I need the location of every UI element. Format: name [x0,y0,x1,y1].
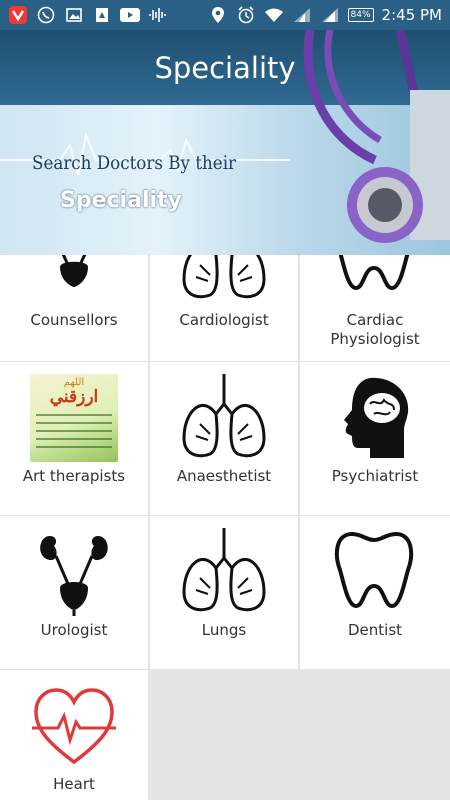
vivaldi-icon [8,6,28,24]
arabic-poster-image: اللهم ارزقني [30,374,118,462]
audio-wave-icon [148,6,168,24]
speciality-label: Counsellors [30,311,118,329]
speciality-label: Dentist [347,621,403,639]
speciality-item-counsellors[interactable]: Counsellors [0,255,149,362]
speciality-item-cardiac-physiologist[interactable]: Cardiac Physiologist [300,255,450,362]
battery-indicator: 84% [347,8,374,22]
gallery-icon [64,6,84,24]
speciality-item-dentist[interactable]: Dentist [300,516,450,670]
speciality-label: Heart [53,775,95,793]
speciality-label: Urologist [40,621,108,639]
clock: 2:45 PM [381,6,442,24]
whatsapp-icon [36,6,56,24]
lungs-icon [182,374,266,458]
kidney-bladder-icon [40,536,108,616]
kidney-bladder-icon [60,255,88,287]
speciality-label: Cardiologist [179,311,269,329]
signal-icon [292,6,312,24]
speciality-item-heart[interactable]: Heart [0,670,149,800]
speciality-item-cardiologist[interactable]: Cardiologist [150,255,299,362]
banner-caption: Search Doctors By their [32,152,237,174]
location-icon [208,6,228,24]
status-bar: 84% 2:45 PM [0,0,450,30]
speciality-grid: Counsellors Cardiologist Cardiac Physiol… [0,255,450,800]
speciality-label: Lungs [201,621,247,639]
lungs-icon [182,255,266,299]
speciality-item-anaesthetist[interactable]: Anaesthetist [150,362,299,516]
speciality-item-psychiatrist[interactable]: Psychiatrist [300,362,450,516]
speciality-label: Anaesthetist [176,467,272,485]
speciality-label: Art therapists [22,467,126,485]
speciality-item-art-therapists[interactable]: اللهم ارزقني Art therapists [0,362,149,516]
drive-icon [92,6,112,24]
heart-pulse-icon [32,688,116,765]
wifi-icon [264,6,284,24]
lungs-icon [182,528,266,612]
alarm-icon [236,6,256,24]
tooth-icon [334,531,414,609]
speciality-item-lungs[interactable]: Lungs [150,516,299,670]
head-brain-icon [344,377,409,458]
speciality-label: Cardiac Physiologist [330,311,420,348]
youtube-icon [120,6,140,24]
header-banner: Speciality Search Doctors By their Speci… [0,30,450,255]
tooth-icon [338,255,410,291]
page-title: Speciality [154,50,296,85]
banner-caption-strong: Speciality [60,188,182,213]
poster-title: ارزقني [49,387,99,406]
speciality-label: Psychiatrist [331,467,419,485]
speciality-item-urologist[interactable]: Urologist [0,516,149,670]
signal-2-icon [320,6,340,24]
